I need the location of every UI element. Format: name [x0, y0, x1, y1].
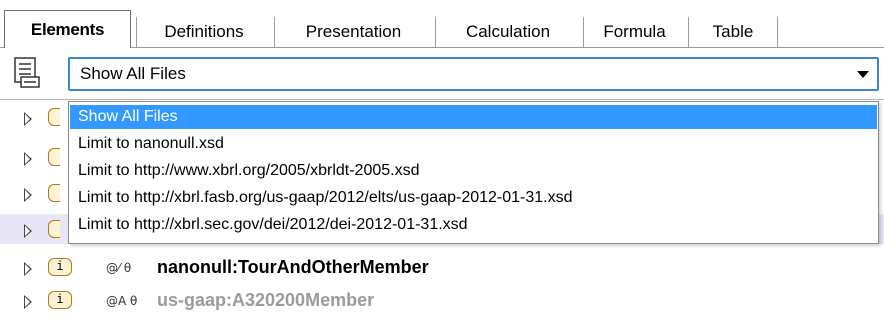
element-item-icon: [48, 108, 60, 126]
tree-row[interactable]: i @A θ us-gaap:A320200Member: [0, 285, 884, 315]
tree-row[interactable]: i @⁄ θ nanonull:TourAndOtherMember: [0, 252, 884, 282]
element-item-icon: [48, 148, 60, 166]
tab-definitions[interactable]: Definitions: [136, 17, 271, 47]
tab-elements[interactable]: Elements: [4, 10, 131, 48]
element-item-icon: i: [48, 258, 72, 276]
expand-arrow-icon[interactable]: [24, 262, 32, 276]
file-filter-combobox[interactable]: Show All Files: [68, 57, 879, 91]
tab-presentation[interactable]: Presentation: [274, 17, 432, 47]
file-filter-value: Show All Files: [80, 64, 186, 83]
tab-strip-end: [777, 17, 778, 47]
filter-option-nanonull[interactable]: Limit to nanonull.xsd: [70, 132, 877, 156]
filter-option-dei[interactable]: Limit to http://xbrl.sec.gov/dei/2012/de…: [70, 213, 877, 237]
tab-formula[interactable]: Formula: [583, 17, 685, 47]
element-item-icon: [48, 220, 60, 238]
toolbar: Show All Files: [0, 48, 884, 100]
expand-arrow-icon[interactable]: [24, 152, 32, 166]
file-filter-dropdown: Show All Files Limit to nanonull.xsd Lim…: [68, 101, 879, 244]
expand-arrow-icon[interactable]: [24, 224, 32, 238]
expand-arrow-icon[interactable]: [24, 188, 32, 202]
filter-option-xbrldt[interactable]: Limit to http://www.xbrl.org/2005/xbrldt…: [70, 159, 877, 183]
element-item-icon: [48, 184, 60, 202]
element-properties-icons: @A θ: [106, 294, 138, 308]
element-name: us-gaap:A320200Member: [157, 290, 375, 310]
file-list-icon[interactable]: [13, 57, 43, 89]
element-item-icon: i: [48, 291, 72, 309]
filter-option-us-gaap[interactable]: Limit to http://xbrl.fasb.org/us-gaap/20…: [70, 186, 877, 210]
tab-strip: Elements Definitions Presentation Calcul…: [0, 0, 884, 48]
expand-arrow-icon[interactable]: [24, 295, 32, 309]
filter-option-all-files[interactable]: Show All Files: [70, 105, 877, 129]
tab-calculation[interactable]: Calculation: [435, 17, 580, 47]
tab-table[interactable]: Table: [688, 17, 777, 47]
element-name: nanonull:TourAndOtherMember: [157, 257, 429, 277]
chevron-down-icon[interactable]: [857, 71, 869, 78]
expand-arrow-icon[interactable]: [24, 112, 32, 126]
element-properties-icons: @⁄ θ: [106, 261, 132, 275]
